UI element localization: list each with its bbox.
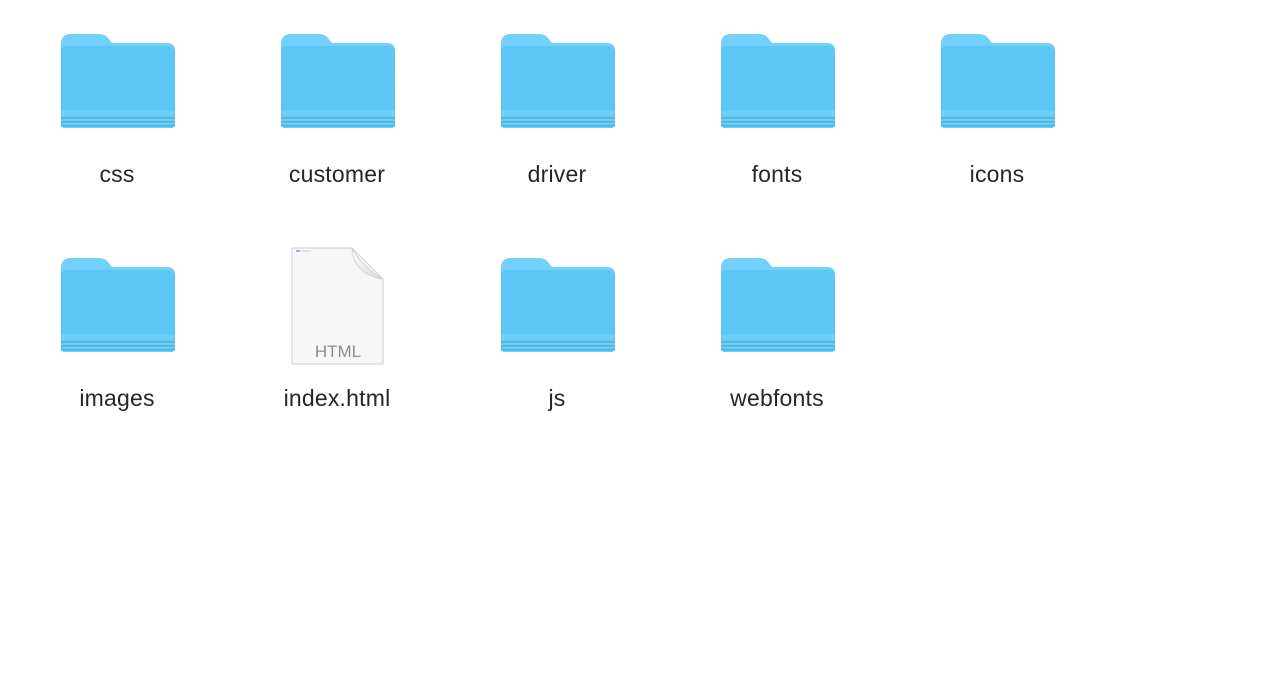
html-file-icon: HTML [277, 247, 399, 365]
folder-item-fonts[interactable]: fonts [667, 8, 887, 232]
item-label: images [79, 385, 155, 411]
item-label: webfonts [730, 385, 824, 411]
item-label: js [548, 385, 566, 411]
folder-icon [717, 30, 839, 132]
item-label: driver [527, 161, 587, 187]
finder-icon-view: css customer driver fonts icons images H… [0, 0, 1264, 692]
folder-icon [57, 30, 179, 132]
folder-icon [277, 30, 399, 132]
folder-item-css[interactable]: css [7, 8, 227, 232]
item-label: css [99, 161, 135, 187]
folder-item-customer[interactable]: customer [227, 8, 447, 232]
item-label: icons [969, 161, 1025, 187]
folder-item-images[interactable]: images [7, 232, 227, 456]
item-label: customer [288, 161, 386, 187]
folder-icon [937, 30, 1059, 132]
folder-icon [497, 30, 619, 132]
html-file-badge: HTML [315, 342, 361, 361]
folder-item-driver[interactable]: driver [447, 8, 667, 232]
folder-icon [57, 254, 179, 356]
folder-icon [497, 254, 619, 356]
file-grid: css customer driver fonts icons images H… [7, 8, 1107, 456]
item-label: index.html [283, 385, 391, 411]
file-item-index-html[interactable]: HTML index.html [227, 232, 447, 456]
item-label: fonts [751, 161, 803, 187]
folder-icon [717, 254, 839, 356]
folder-item-js[interactable]: js [447, 232, 667, 456]
folder-item-icons[interactable]: icons [887, 8, 1107, 232]
folder-item-webfonts[interactable]: webfonts [667, 232, 887, 456]
